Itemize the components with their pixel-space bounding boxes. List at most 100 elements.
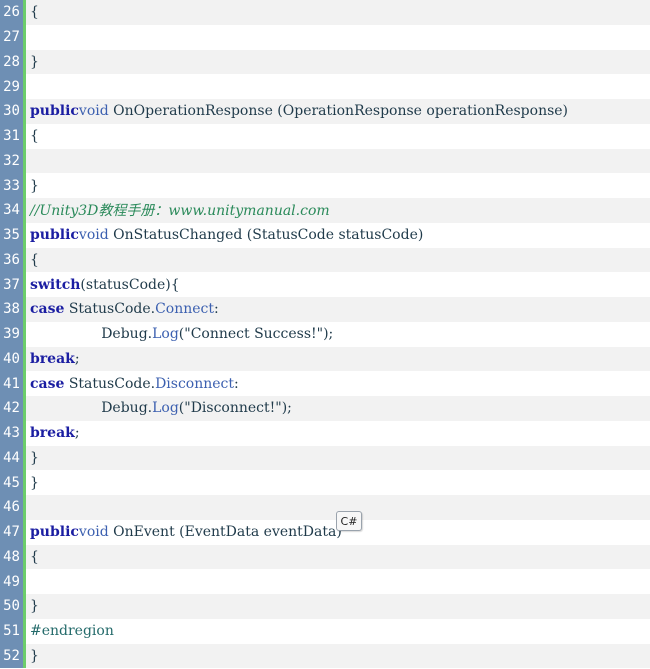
line-number: 39 — [0, 321, 26, 347]
code-token: case — [30, 301, 65, 318]
code-text[interactable]: switch (statusCode){ — [26, 272, 650, 297]
code-text[interactable]: } — [26, 446, 650, 471]
code-token: : — [214, 301, 219, 318]
code-token: break — [30, 350, 75, 367]
code-text[interactable] — [26, 25, 650, 50]
language-tooltip: C# — [336, 511, 362, 531]
line-number: 41 — [0, 371, 26, 396]
code-line[interactable]: 36{ — [0, 247, 650, 273]
code-line[interactable]: 30 public void OnOperationResponse (Operat… — [0, 99, 650, 124]
code-text[interactable]: } — [26, 644, 650, 669]
code-token: Connect — [155, 301, 215, 318]
line-number: 29 — [0, 74, 26, 99]
code-line[interactable]: 39 Debug. Log ("Connect Success!"); — [0, 321, 650, 347]
code-line[interactable]: 37 switch (statusCode){ — [0, 272, 650, 297]
line-number: 51 — [0, 618, 26, 644]
code-editor[interactable]: 26{27 28} 29 30 public void OnOperationRespon… — [0, 0, 650, 669]
code-line[interactable]: 48{ — [0, 544, 650, 570]
code-line[interactable]: 44} — [0, 445, 650, 471]
code-token: } — [30, 598, 39, 615]
code-line[interactable]: 28} — [0, 49, 650, 75]
code-text[interactable]: case StatusCode. Disconnect: — [26, 371, 650, 396]
code-token: { — [30, 4, 39, 21]
code-line[interactable]: 33} — [0, 173, 650, 198]
code-token: ("Connect Success!"); — [178, 326, 334, 343]
code-line[interactable]: 26{ — [0, 0, 650, 25]
code-line[interactable]: 42 Debug. Log ("Disconnect!"); — [0, 396, 650, 421]
code-text[interactable]: } — [26, 50, 650, 75]
code-text[interactable] — [26, 569, 650, 594]
code-line[interactable]: 47 public void OnEvent (EventData eventDat… — [0, 519, 650, 545]
code-line[interactable]: 35 public void OnStatusChanged (StatusCode… — [0, 222, 650, 248]
code-text[interactable]: //Unity3D教程手册：www.unitymanual.com — [26, 198, 650, 223]
line-number: 45 — [0, 470, 26, 495]
code-token: Debug. — [30, 400, 153, 417]
code-line[interactable]: 29 — [0, 74, 650, 99]
line-number: 33 — [0, 173, 26, 198]
line-number: 43 — [0, 420, 26, 446]
code-token: } — [30, 177, 39, 194]
code-text[interactable]: Debug. Log ("Disconnect!"); — [26, 396, 650, 421]
code-token: } — [30, 449, 39, 466]
code-line[interactable]: 52} — [0, 643, 650, 669]
code-token: (statusCode){ — [80, 276, 180, 293]
line-number: 47 — [0, 519, 26, 545]
code-text[interactable]: { — [26, 248, 650, 273]
line-number: 27 — [0, 24, 26, 50]
code-text[interactable]: { — [26, 0, 650, 25]
line-number: 32 — [0, 148, 26, 174]
code-token: : — [234, 375, 239, 392]
code-line[interactable]: 43 break; — [0, 420, 650, 446]
code-token: } — [30, 474, 39, 491]
code-line[interactable]: 32 — [0, 148, 650, 174]
code-token: Log — [152, 326, 179, 343]
code-text[interactable]: } — [26, 470, 650, 495]
code-text[interactable] — [26, 149, 650, 174]
code-line[interactable]: 41 case StatusCode. Disconnect: — [0, 371, 650, 396]
code-token: ("Disconnect!"); — [178, 400, 292, 417]
line-number: 48 — [0, 544, 26, 570]
line-number: 37 — [0, 272, 26, 297]
line-number: 26 — [0, 0, 26, 25]
code-line[interactable]: 50} — [0, 594, 650, 619]
code-token: ; — [74, 425, 80, 442]
code-text[interactable] — [26, 74, 650, 99]
code-line[interactable]: 51 #endregion — [0, 618, 650, 644]
code-text[interactable]: Debug. Log ("Connect Success!"); — [26, 322, 650, 347]
code-text[interactable]: break; — [26, 347, 650, 372]
code-token: //Unity3D教程手册：www.unitymanual.com — [30, 203, 330, 220]
line-number: 30 — [0, 99, 26, 124]
code-line[interactable]: 27 — [0, 24, 650, 50]
code-token: public — [30, 524, 79, 541]
code-token: void — [78, 524, 109, 541]
code-token: switch — [30, 276, 81, 293]
code-token: StatusCode. — [64, 301, 156, 318]
line-number: 52 — [0, 643, 26, 669]
code-line[interactable]: 45} — [0, 470, 650, 495]
line-number: 50 — [0, 594, 26, 619]
code-text[interactable]: public void OnOperationResponse (Operatio… — [26, 99, 650, 124]
code-token: { — [30, 128, 39, 145]
code-text[interactable]: break; — [26, 421, 650, 446]
code-text[interactable]: #endregion — [26, 619, 650, 644]
code-text[interactable]: public void OnStatusChanged (StatusCode s… — [26, 223, 650, 248]
line-number: 36 — [0, 247, 26, 273]
code-text[interactable]: case StatusCode. Connect: — [26, 297, 650, 322]
code-token: break — [30, 425, 75, 442]
code-text[interactable]: { — [26, 124, 650, 149]
line-number: 38 — [0, 297, 26, 322]
code-line[interactable]: 31{ — [0, 123, 650, 149]
code-text[interactable]: } — [26, 594, 650, 619]
code-text[interactable]: { — [26, 545, 650, 570]
code-token: OnOperationResponse (OperationResponse o… — [108, 103, 569, 120]
code-line[interactable]: 46 — [0, 495, 650, 520]
code-line[interactable]: 40 break; — [0, 346, 650, 372]
code-line[interactable]: 38 case StatusCode. Connect: — [0, 297, 650, 322]
line-number: 46 — [0, 495, 26, 520]
code-line[interactable]: 34//Unity3D教程手册：www.unitymanual.com — [0, 198, 650, 223]
code-token: void — [78, 227, 109, 244]
line-number: 28 — [0, 49, 26, 75]
code-line[interactable]: 49 — [0, 569, 650, 594]
code-token: public — [30, 227, 79, 244]
code-text[interactable]: } — [26, 173, 650, 198]
